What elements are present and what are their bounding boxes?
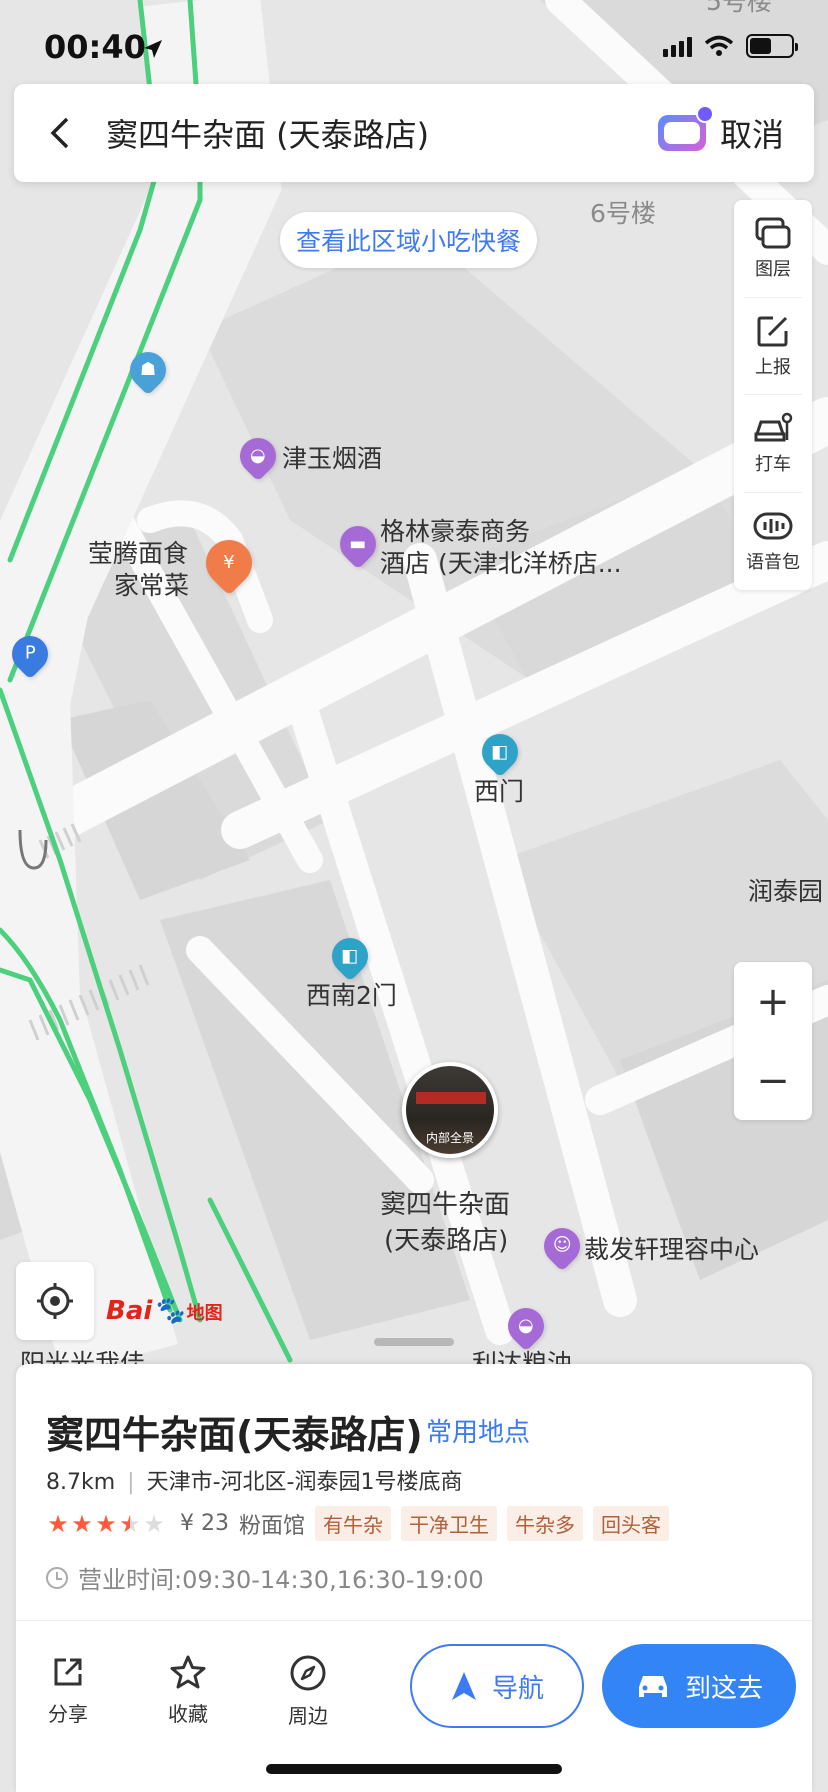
map-label[interactable]: 西门 [474, 776, 524, 807]
map-label[interactable]: 润泰园 [748, 876, 823, 907]
navigate-button[interactable]: 导航 [410, 1644, 584, 1728]
taxi-label: 打车 [755, 454, 791, 476]
map-label-target[interactable]: (天泰路店) [384, 1226, 508, 1257]
map-label: 6号楼 [590, 199, 656, 228]
share-label: 分享 [48, 1702, 88, 1726]
star-icon [170, 1655, 206, 1689]
divider [16, 1620, 812, 1621]
zoom-control: + − [734, 962, 812, 1120]
navigation-arrow-icon [451, 1672, 476, 1700]
review-tag[interactable]: 回头客 [593, 1506, 669, 1541]
taxi-button[interactable]: 打车 [744, 395, 802, 493]
layers-label: 图层 [755, 259, 791, 281]
layers-button[interactable]: 图层 [744, 200, 802, 298]
review-tag[interactable]: 牛杂多 [507, 1506, 583, 1541]
crosshair-icon [37, 1283, 73, 1319]
panorama-caption: 内部全景 [425, 1131, 474, 1145]
sheet-drag-handle[interactable] [374, 1338, 454, 1346]
map-tool-panel: 图层 上报 打车 语音包 [734, 200, 812, 590]
layers-icon [755, 217, 791, 249]
home-indicator[interactable] [266, 1764, 562, 1774]
chevron-left-icon [50, 117, 69, 149]
review-tag[interactable]: 干净卫生 [401, 1506, 497, 1541]
edit-icon [757, 316, 788, 347]
voice-pack-icon [753, 512, 793, 540]
price: ¥ 23 [180, 1511, 229, 1536]
hours-row: 营业时间:09:30-14:30,16:30-19:00 [46, 1560, 484, 1595]
report-button[interactable]: 上报 [744, 298, 802, 395]
logo-text: Bai [106, 1296, 153, 1326]
status-time: 00:40 [44, 28, 146, 66]
map-label[interactable]: 莹腾面食 [88, 538, 188, 569]
map-label[interactable]: 裁发轩理容中心 [584, 1234, 759, 1265]
map-label[interactable]: 西南2门 [306, 980, 397, 1011]
back-button[interactable] [14, 84, 106, 182]
star-icon: ★ [47, 1509, 69, 1538]
distance: 8.7km [46, 1470, 116, 1495]
nearby-label: 周边 [288, 1704, 328, 1728]
status-icons [663, 34, 798, 58]
rating-row: ★ ★ ★ ★ ★ ¥ 23 粉面馆 有牛杂 干净卫生 牛杂多 回头客 [46, 1506, 669, 1541]
clock-icon [46, 1566, 68, 1589]
address: 天津市-河北区-润泰园1号楼底商 [146, 1470, 463, 1495]
voice-pack-label: 语音包 [746, 552, 800, 574]
search-query[interactable]: 窦四牛杂面 (天泰路店) [106, 110, 658, 156]
favorite-label: 收藏 [168, 1702, 208, 1726]
share-icon [54, 1658, 82, 1686]
star-icon: ★ [95, 1509, 117, 1538]
zoom-in-button[interactable]: + [734, 962, 812, 1041]
assistant-icon[interactable] [657, 105, 714, 151]
locate-me-button[interactable] [16, 1262, 94, 1340]
search-area-chip[interactable]: 查看此区域小吃快餐 [280, 212, 538, 268]
share-button[interactable]: 分享 [28, 1654, 108, 1727]
navigate-label: 导航 [491, 1673, 544, 1704]
place-detail-sheet: 窦四牛杂面(天泰路店) 常用地点 8.7km | 天津市-河北区-润泰园1号楼底商 … [16, 1364, 812, 1792]
business-hours: 营业时间:09:30-14:30,16:30-19:00 [78, 1566, 484, 1594]
go-here-button[interactable]: 到这去 [602, 1644, 796, 1728]
compass-icon [290, 1655, 326, 1691]
favorite-button[interactable]: 收藏 [148, 1654, 228, 1727]
car-icon [638, 1676, 667, 1697]
go-here-label: 到这去 [684, 1673, 763, 1704]
map-label[interactable]: 家常菜 [114, 570, 189, 601]
storefront-sign [416, 1092, 486, 1104]
map-label[interactable]: 格林豪泰商务 [380, 516, 530, 547]
cellular-signal-icon [663, 35, 692, 57]
report-label: 上报 [755, 356, 791, 378]
frequent-place-tag[interactable]: 常用地点 [426, 1412, 530, 1449]
zoom-out-button[interactable]: − [734, 1041, 812, 1120]
place-name: 窦四牛杂面(天泰路店) [46, 1413, 423, 1457]
voice-pack-button[interactable]: 语音包 [744, 493, 802, 591]
paw-icon: 🐾 [152, 1296, 185, 1326]
category: 粉面馆 [238, 1513, 305, 1539]
logo-suffix: 地图 [186, 1303, 223, 1324]
location-arrow-icon [144, 40, 162, 58]
review-tag[interactable]: 有牛杂 [315, 1506, 391, 1541]
map-label[interactable]: 酒店 (天津北洋桥店... [380, 548, 622, 579]
place-meta: 8.7km | 天津市-河北区-润泰园1号楼底商 [46, 1470, 463, 1495]
cancel-button[interactable]: 取消 [720, 110, 784, 156]
map-label-target[interactable]: 窦四牛杂面 [380, 1190, 510, 1221]
nearby-button[interactable]: 周边 [268, 1654, 348, 1729]
baidu-map-logo: Bai🐾 地图 [106, 1296, 223, 1326]
taxi-icon [754, 413, 793, 442]
battery-level [750, 38, 771, 54]
status-bar: 00:40 [0, 0, 828, 88]
star-icon: ★ [71, 1509, 93, 1538]
search-bar[interactable]: 窦四牛杂面 (天泰路店) 取消 [14, 84, 814, 182]
star-half-icon: ★ [119, 1509, 141, 1538]
wifi-icon [704, 35, 734, 56]
star-empty-icon: ★ [143, 1509, 165, 1538]
battery-icon [746, 34, 798, 58]
panorama-thumbnail[interactable]: 内部全景 [402, 1062, 498, 1158]
map-label[interactable]: 津玉烟酒 [282, 443, 382, 474]
